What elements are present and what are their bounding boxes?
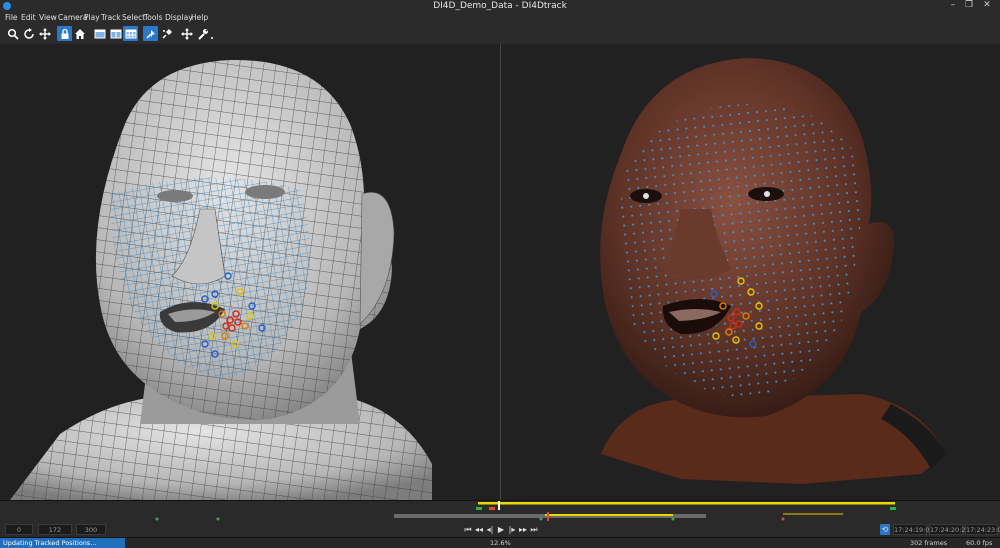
scrub-playhead	[547, 512, 549, 521]
more-icon	[211, 36, 213, 39]
menu-edit[interactable]: Edit	[21, 12, 36, 24]
title-bar: DI4D_Demo_Data - DI4Dtrack – ❐ ✕	[0, 0, 1000, 12]
home-button[interactable]	[72, 26, 87, 41]
grid-view-button[interactable]	[123, 26, 138, 41]
single-view-button[interactable]	[92, 26, 107, 41]
wrench-icon	[197, 28, 208, 40]
select-tool-button[interactable]	[143, 26, 158, 41]
move-tool-button[interactable]	[179, 26, 194, 41]
secondary-range	[783, 513, 843, 515]
mesh-head-render	[10, 59, 432, 500]
single-view-icon	[94, 29, 105, 38]
end-frame-field[interactable]: 300	[76, 524, 106, 535]
menu-file[interactable]: File	[5, 12, 18, 24]
next-key-button[interactable]: ▸▸	[518, 524, 528, 535]
zoom-button[interactable]	[5, 26, 20, 41]
play-button[interactable]: ▶	[496, 524, 506, 535]
lock-icon	[61, 28, 68, 39]
start-time-field[interactable]: 17:24:19:00	[893, 524, 934, 535]
split-view-button[interactable]	[108, 26, 123, 41]
timeline[interactable]	[0, 500, 1000, 523]
zoom-icon	[7, 28, 19, 40]
more-button[interactable]	[208, 26, 216, 41]
last-frame-button[interactable]: ⏭	[529, 524, 539, 535]
maximize-button[interactable]: ❐	[962, 0, 976, 12]
grid-view-icon	[125, 29, 136, 38]
toolbar	[0, 24, 1000, 45]
menu-display[interactable]: Display	[165, 12, 193, 24]
close-button[interactable]: ✕	[980, 0, 994, 12]
lock-button[interactable]	[57, 26, 72, 41]
paint-tool-button[interactable]	[159, 26, 174, 41]
timeline-tracks	[155, 501, 896, 521]
playback-controls: 0 172 300 ⏮ ◂◂ ◂| ▶ |▸ ▸▸ ⏭ ⟲ 17:24:19:0…	[0, 522, 1000, 537]
end-time-field[interactable]: 17:24:23:00	[965, 524, 1000, 535]
current-time-field[interactable]: 17:24:20:26	[929, 524, 970, 535]
window-title: DI4D_Demo_Data - DI4Dtrack	[433, 1, 567, 11]
paint-tool-icon	[161, 28, 172, 39]
status-bar: Updating Tracked Positions... 12.6% 302 …	[0, 537, 1000, 548]
prev-frame-button[interactable]: ◂|	[485, 524, 495, 535]
textured-head-render	[600, 58, 946, 484]
select-tool-icon	[145, 29, 155, 39]
menu-view[interactable]: View	[39, 12, 57, 24]
start-frame-field[interactable]: 0	[5, 524, 33, 535]
current-frame-field[interactable]: 172	[38, 524, 72, 535]
menu-track[interactable]: Track	[101, 12, 121, 24]
next-frame-button[interactable]: |▸	[507, 524, 517, 535]
marker-red	[489, 507, 495, 510]
menu-tools[interactable]: Tools	[144, 12, 162, 24]
prev-key-button[interactable]: ◂◂	[474, 524, 484, 535]
split-view-icon	[110, 29, 121, 38]
scrub-highlight	[545, 514, 673, 516]
marker-green	[476, 507, 482, 510]
home-icon	[74, 28, 85, 39]
track-range-bar	[478, 502, 895, 505]
move-tool-icon	[180, 27, 193, 40]
marker-green	[890, 507, 896, 510]
pan-button[interactable]	[37, 26, 52, 41]
viewport-texture[interactable]	[501, 44, 1000, 500]
rotate-button[interactable]	[21, 26, 36, 41]
rotate-icon	[23, 27, 34, 39]
pan-icon	[38, 27, 51, 40]
viewport-mesh[interactable]	[0, 44, 500, 500]
first-frame-button[interactable]: ⏮	[463, 524, 473, 535]
loop-button[interactable]: ⟲	[880, 524, 890, 535]
menu-play[interactable]: Play	[84, 12, 100, 24]
menu-help[interactable]: Help	[191, 12, 208, 24]
minimize-button[interactable]: –	[946, 0, 960, 12]
menu-select[interactable]: Select	[122, 12, 145, 24]
menu-bar: File Edit View Camera Play Track Select …	[0, 12, 1000, 24]
playhead	[498, 501, 500, 510]
